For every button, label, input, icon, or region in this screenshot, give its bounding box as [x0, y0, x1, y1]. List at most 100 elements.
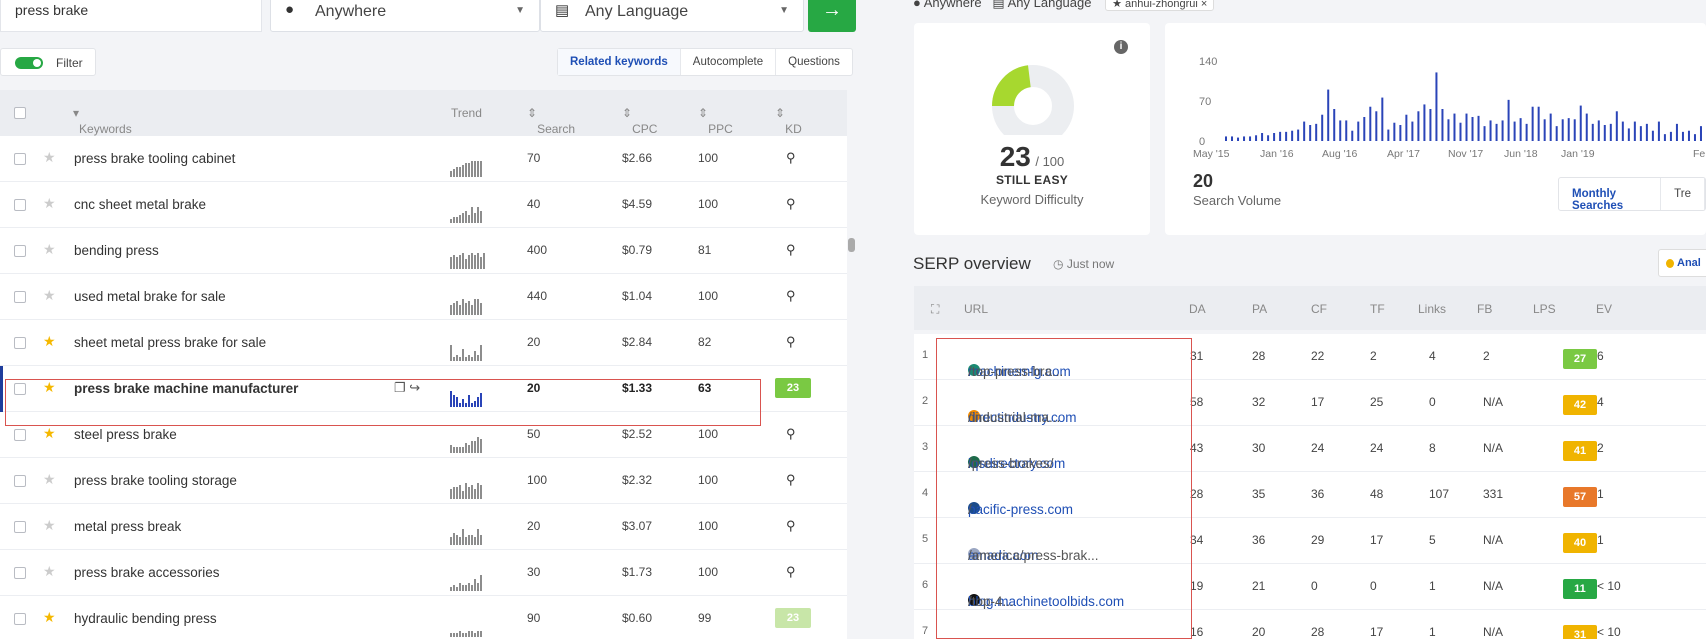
tab-questions[interactable]: Questions	[776, 49, 852, 75]
tab-monthly-searches[interactable]: Monthly Searches	[1559, 178, 1662, 212]
star-icon[interactable]: ★	[43, 287, 56, 304]
keyword-input[interactable]: press brake	[0, 0, 262, 32]
copy-icon[interactable]: ❐ ↪	[394, 380, 420, 396]
keyword-text[interactable]: cnc sheet metal brake	[74, 197, 206, 212]
row-checkbox[interactable]	[14, 383, 26, 395]
volume-bar	[1225, 136, 1227, 141]
keyword-text[interactable]: sheet metal press brake for sale	[74, 335, 266, 350]
tab-autocomplete[interactable]: Autocomplete	[681, 49, 777, 75]
trend-bar	[459, 485, 461, 499]
keyword-row[interactable]: ★ hydraulic bending press 90 $0.60 99 23	[0, 596, 847, 639]
keyword-row[interactable]: ★ metal press break 20 $3.07 100 ⚲	[0, 504, 847, 550]
volume-bar	[1363, 117, 1366, 141]
search-icon[interactable]: ⚲	[786, 150, 796, 166]
star-icon[interactable]: ★	[43, 149, 56, 166]
language-select[interactable]: ▤ Any Language ▼	[540, 0, 804, 32]
search-icon[interactable]: ⚲	[786, 564, 796, 580]
trend-bar	[468, 445, 470, 453]
star-icon[interactable]: ★	[43, 241, 56, 258]
keyword-row[interactable]: ★ sheet metal press brake for sale 20 $2…	[0, 320, 847, 366]
language-icon: ▤	[992, 0, 1005, 10]
sort-kd[interactable]: ⇕ KD	[775, 106, 802, 136]
keyword-row[interactable]: ★ used metal brake for sale 440 $1.04 10…	[0, 274, 847, 320]
location-select[interactable]: ● Anywhere ▼	[270, 0, 540, 32]
search-icon[interactable]: ⚲	[786, 334, 796, 350]
filter-toggle[interactable]: Filter	[0, 48, 96, 76]
toggle-switch[interactable]	[15, 57, 43, 69]
row-checkbox[interactable]	[14, 153, 26, 165]
volume-bar	[1483, 126, 1486, 141]
search-icon[interactable]: ⚲	[786, 426, 796, 442]
volume-bar	[1375, 111, 1378, 141]
select-all-checkbox[interactable]	[14, 107, 26, 119]
star-icon[interactable]: ★	[43, 379, 56, 396]
x-tick-label: May '15	[1193, 148, 1230, 160]
keyword-row[interactable]: ★ press brake tooling cabinet 70 $2.66 1…	[0, 136, 847, 182]
star-icon[interactable]: ★	[43, 609, 56, 626]
keyword-row[interactable]: ★ bending press 400 $0.79 81 ⚲	[0, 228, 847, 274]
search-icon[interactable]: ⚲	[786, 472, 796, 488]
keyword-row[interactable]: ★ cnc sheet metal brake 40 $4.59 100 ⚲	[0, 182, 847, 228]
star-icon[interactable]: ★	[43, 425, 56, 442]
row-checkbox[interactable]	[14, 291, 26, 303]
tab-related-keywords[interactable]: Related keywords	[558, 49, 681, 75]
keyword-text[interactable]: press brake machine manufacturer	[74, 381, 298, 396]
user-chip[interactable]: ★ anhui-zhongrui ×	[1105, 0, 1215, 11]
keyword-row[interactable]: ★ press brake machine manufacturer ❐ ↪ 2…	[0, 366, 847, 412]
info-icon[interactable]: i	[1114, 40, 1128, 54]
keyword-text[interactable]: used metal brake for sale	[74, 289, 226, 304]
volume-bar	[1423, 104, 1426, 141]
analyze-button[interactable]: Anal	[1658, 249, 1706, 277]
trend-bar	[468, 487, 470, 499]
scrollbar[interactable]	[848, 238, 855, 252]
search-icon[interactable]: ⚲	[786, 196, 796, 212]
sort-cpc[interactable]: ⇕ CPC	[622, 106, 657, 136]
keyword-text[interactable]: steel press brake	[74, 427, 177, 442]
keyword-text[interactable]: press brake tooling cabinet	[74, 151, 235, 166]
keyword-text[interactable]: bending press	[74, 243, 159, 258]
volume-bar	[1693, 134, 1696, 141]
search-icon[interactable]: ⚲	[786, 518, 796, 534]
search-icon[interactable]: ⚲	[786, 288, 796, 304]
sort-search[interactable]: ⇕ Search	[527, 106, 575, 136]
tab-trend[interactable]: Tre	[1661, 178, 1705, 210]
row-checkbox[interactable]	[14, 429, 26, 441]
expand-icon[interactable]: ⛶	[931, 302, 939, 317]
trend-bar	[477, 583, 479, 591]
volume-bar	[1447, 119, 1450, 141]
row-checkbox[interactable]	[14, 567, 26, 579]
star-icon[interactable]: ★	[43, 471, 56, 488]
keyword-text[interactable]: press brake tooling storage	[74, 473, 237, 488]
keyword-row[interactable]: ★ steel press brake 50 $2.52 100 ⚲	[0, 412, 847, 458]
row-checkbox[interactable]	[14, 475, 26, 487]
keyword-row[interactable]: ★ press brake accessories 30 $1.73 100 ⚲	[0, 550, 847, 596]
volume-bar	[1273, 133, 1276, 141]
search-submit-button[interactable]: →	[808, 0, 856, 32]
row-checkbox[interactable]	[14, 245, 26, 257]
row-checkbox[interactable]	[14, 613, 26, 625]
star-icon[interactable]: ★	[43, 333, 56, 350]
trend-bar	[477, 397, 479, 407]
keyword-text[interactable]: hydraulic bending press	[74, 611, 217, 626]
sort-keywords[interactable]: ▾ Keywords	[73, 106, 132, 136]
trend-bar	[450, 489, 452, 499]
volume-subtitle: Search Volume	[1193, 193, 1282, 208]
trend-bar	[462, 491, 464, 499]
trend-bar	[453, 357, 455, 361]
keyword-row[interactable]: ★ press brake tooling storage 100 $2.32 …	[0, 458, 847, 504]
search-icon[interactable]: ⚲	[786, 242, 796, 258]
row-checkbox[interactable]	[14, 199, 26, 211]
row-checkbox[interactable]	[14, 337, 26, 349]
cpc-value: $1.04	[622, 289, 653, 303]
search-volume: 20	[527, 335, 541, 349]
row-checkbox[interactable]	[14, 521, 26, 533]
star-icon[interactable]: ★	[43, 563, 56, 580]
cpc-value: $3.07	[622, 519, 653, 533]
volume-bar	[1639, 126, 1642, 141]
trend-sparkline	[450, 389, 492, 407]
keyword-text[interactable]: metal press break	[74, 519, 181, 534]
keyword-text[interactable]: press brake accessories	[74, 565, 220, 580]
sort-ppc[interactable]: ⇕ PPC	[698, 106, 733, 136]
star-icon[interactable]: ★	[43, 517, 56, 534]
star-icon[interactable]: ★	[43, 195, 56, 212]
